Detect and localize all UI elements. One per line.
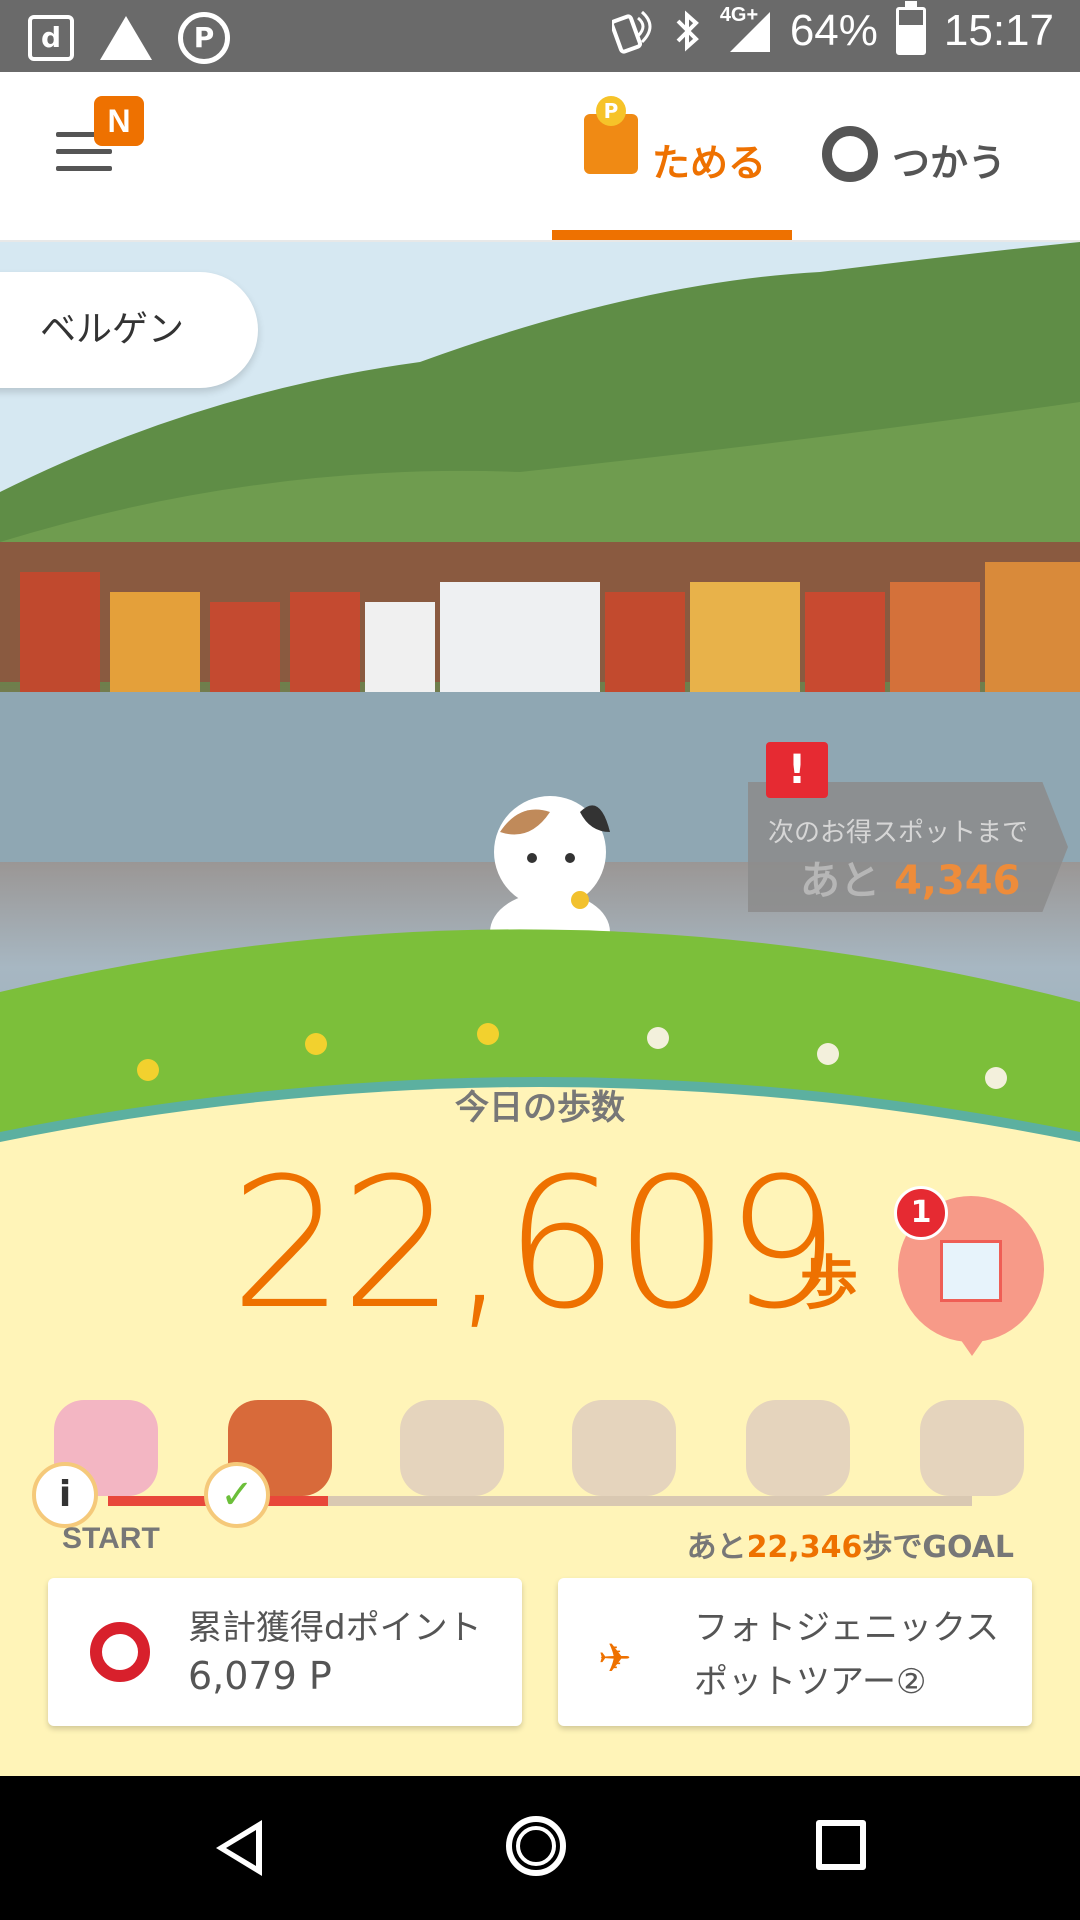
start-label: START	[62, 1522, 160, 1555]
gift-icon	[940, 1240, 1002, 1302]
tab-tameru-label: ためる	[652, 141, 767, 185]
stage-6-thumbnail	[920, 1400, 1024, 1496]
points-title: 累計獲得dポイント	[188, 1608, 482, 1648]
today-steps-label: 今日の歩数	[455, 1088, 625, 1128]
app-header: N ためる つかう	[0, 72, 1080, 242]
home-icon[interactable]	[506, 1816, 566, 1876]
next-spot-label: 次のお得スポットまで	[768, 818, 1029, 848]
recent-apps-icon[interactable]	[816, 1820, 866, 1870]
stage-5-thumbnail	[746, 1400, 850, 1496]
tab-tsukau[interactable]: つかう	[822, 110, 1006, 240]
tour-title-line2: ポットツアー②	[694, 1662, 927, 1702]
clock: 15:17	[943, 6, 1054, 55]
android-nav-bar	[0, 1776, 1080, 1920]
battery-percent: 64%	[789, 6, 878, 55]
tour-title-line1: フォトジェニックス	[694, 1608, 999, 1648]
d-point-icon	[822, 126, 878, 182]
scenic-image: ベルゲン 次のお得スポットまで あと 4,346 歩 !	[0, 242, 1080, 1172]
goal-steps: 22,346	[746, 1530, 863, 1565]
goal-suffix: 歩でGOAL	[862, 1530, 1014, 1565]
info-icon[interactable]: i	[32, 1462, 98, 1528]
nfc-icon	[611, 10, 652, 54]
signal-icon: 4G+	[720, 4, 772, 54]
grass-hill	[0, 929, 1080, 1172]
network-type: 4G+	[719, 4, 759, 26]
tour-card[interactable]: ✈ フォトジェニックス ポットツアー②	[558, 1578, 1032, 1726]
next-spot-prefix: あと	[800, 858, 880, 904]
docomo-d-icon: d	[28, 15, 74, 61]
today-steps-value: 22,609	[230, 1140, 840, 1349]
city-name-button[interactable]: ベルゲン	[0, 272, 258, 388]
next-spot-steps: 4,346	[893, 858, 1021, 904]
airplane-icon: ✈	[598, 1636, 632, 1682]
warning-triangle-icon	[100, 16, 152, 60]
stage-4-thumbnail	[572, 1400, 676, 1496]
next-spot-hint: 次のお得スポットまで あと 4,346 歩	[748, 782, 1068, 912]
notification-badge: N	[94, 96, 144, 146]
checkmark-icon: ✓	[204, 1462, 270, 1528]
points-card[interactable]: 累計獲得dポイント 6,079 P	[48, 1578, 522, 1726]
back-icon[interactable]	[216, 1820, 262, 1876]
goal-remaining: あと22,346歩でGOAL	[687, 1522, 1014, 1566]
d-point-logo-icon	[90, 1622, 150, 1682]
gift-count-badge: 1	[894, 1186, 948, 1240]
points-value: 6,079 P	[188, 1654, 332, 1698]
tab-tsukau-label: つかう	[892, 141, 1007, 185]
bluetooth-icon	[676, 10, 699, 52]
tab-tameru[interactable]: ためる	[552, 96, 792, 240]
goal-prefix: あと	[686, 1530, 747, 1565]
battery-icon	[895, 1, 926, 55]
p-circle-icon: P	[178, 12, 230, 64]
point-box-icon	[584, 96, 638, 174]
status-bar: d P 4G+ 64% 15:17	[0, 0, 1080, 72]
stage-3-thumbnail	[400, 1400, 504, 1496]
alert-icon[interactable]: !	[766, 742, 828, 798]
today-steps-unit: 歩	[800, 1249, 859, 1317]
